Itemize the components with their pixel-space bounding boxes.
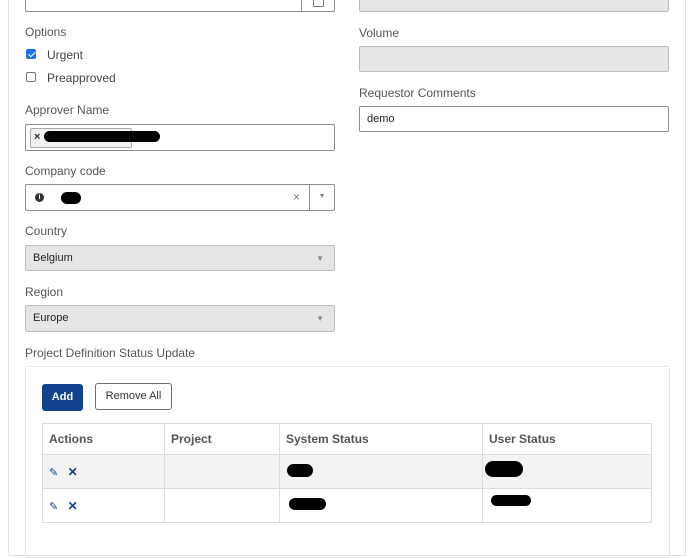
urgent-label: Urgent — [47, 48, 84, 62]
table-row: ✎ ✕ — [42, 454, 652, 489]
column-header-user-status: User Status — [482, 423, 652, 455]
volume-label: Volume — [359, 26, 400, 40]
email-field-addon[interactable] — [301, 0, 334, 12]
volume-field[interactable] — [359, 46, 669, 72]
column-header-system-status: System Status — [279, 423, 483, 455]
remove-all-button[interactable]: Remove All — [95, 383, 172, 410]
add-button[interactable]: Add — [42, 384, 83, 411]
region-label: Region — [25, 285, 64, 299]
approver-name-label: Approver Name — [25, 103, 110, 117]
chevron-down-icon: ⌄ — [651, 0, 658, 9]
edit-icon[interactable]: ✎ — [49, 466, 58, 479]
table-header-row: Actions Project System Status User Statu… — [42, 423, 652, 455]
redacted-system-status — [287, 464, 313, 477]
redacted-company-code — [61, 192, 81, 204]
requestor-comments-field[interactable]: demo — [359, 106, 669, 132]
redacted-user-status — [491, 495, 531, 506]
column-header-actions: Actions — [42, 423, 165, 455]
urgent-checkbox[interactable] — [26, 49, 36, 59]
preapproved-checkbox[interactable] — [26, 72, 36, 82]
country-label: Country — [25, 224, 68, 238]
edit-icon[interactable]: ✎ — [49, 500, 58, 513]
row-user-status — [482, 454, 652, 489]
top-select-field[interactable]: ⌄ — [359, 0, 669, 12]
options-label: Options — [25, 25, 67, 39]
tag-remove-icon[interactable]: × — [34, 125, 40, 149]
row-system-status — [279, 488, 483, 523]
email-field[interactable] — [25, 0, 335, 12]
requestor-comments-label: Requestor Comments — [359, 86, 476, 100]
row-system-status — [279, 454, 483, 489]
project-status-table: Actions Project System Status User Statu… — [42, 423, 652, 523]
region-select[interactable]: Europe ▼ — [25, 305, 335, 332]
row-project — [164, 454, 280, 489]
country-value: Belgium — [33, 252, 73, 264]
redacted-approver-name — [44, 131, 160, 142]
table-row: ✎ ✕ — [42, 488, 652, 523]
info-icon: i — [35, 193, 44, 202]
company-code-label: Company code — [25, 164, 106, 178]
chevron-down-icon: ▼ — [316, 314, 324, 323]
redacted-user-status — [485, 461, 523, 477]
project-section-title: Project Definition Status Update — [25, 346, 196, 360]
row-actions: ✎ ✕ — [42, 488, 165, 523]
clear-icon[interactable]: × — [293, 185, 300, 210]
delete-icon[interactable]: ✕ — [68, 465, 78, 479]
row-actions: ✎ ✕ — [42, 454, 165, 489]
region-value: Europe — [33, 312, 69, 324]
company-code-select[interactable]: i × ▼ — [25, 184, 335, 211]
row-project — [164, 488, 280, 523]
chevron-down-icon: ▼ — [316, 254, 324, 263]
redacted-system-status — [289, 498, 326, 510]
country-select[interactable]: Belgium ▼ — [25, 245, 335, 271]
column-header-project: Project — [164, 423, 280, 455]
row-user-status — [482, 488, 652, 523]
checkbox-icon — [313, 0, 324, 7]
approver-name-field[interactable]: × — [25, 124, 335, 151]
delete-icon[interactable]: ✕ — [68, 499, 78, 513]
chevron-down-icon[interactable]: ▼ — [309, 184, 334, 211]
preapproved-label: Preapproved — [47, 71, 116, 85]
